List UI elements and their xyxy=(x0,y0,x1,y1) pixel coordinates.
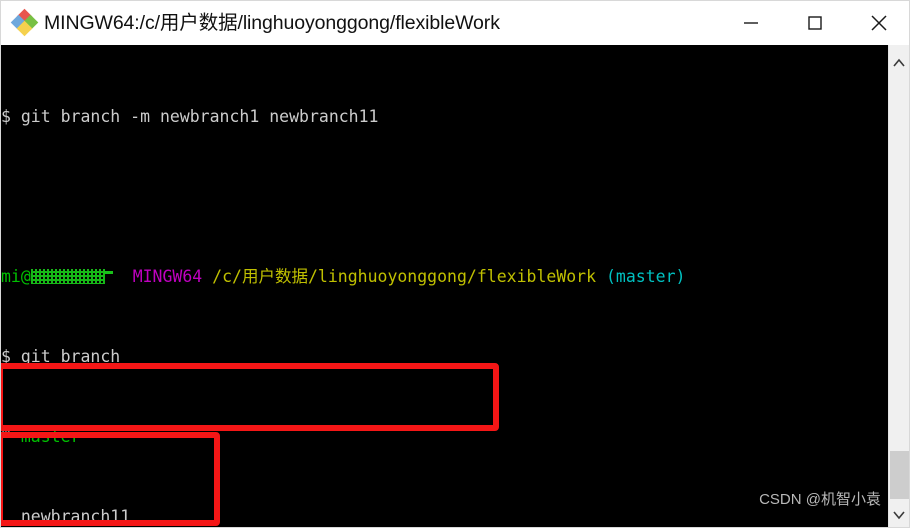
title-bar: MINGW64:/c/用户数据/linghuoyonggong/flexible… xyxy=(1,1,909,45)
prompt-user: mi@ xyxy=(1,267,31,286)
branch-name: newbranch11 xyxy=(1,507,131,526)
scroll-up-button[interactable] xyxy=(889,53,909,73)
window-controls xyxy=(719,1,909,45)
minimize-icon xyxy=(744,22,758,24)
terminal-line: newbranch11 xyxy=(1,507,890,527)
terminal-line: $ git branch -m newbranch1 newbranch11 xyxy=(1,107,890,127)
close-button[interactable] xyxy=(847,1,909,45)
chevron-up-icon xyxy=(893,58,905,67)
maximize-icon xyxy=(808,16,822,30)
vertical-scrollbar[interactable] xyxy=(888,45,909,527)
branch-marker: * xyxy=(1,427,11,446)
terminal-output-area[interactable]: $ git branch -m newbranch1 newbranch11 m… xyxy=(1,45,890,527)
command-text: $ git branch xyxy=(1,347,121,366)
terminal-prompt-line: mi@ MINGW64 /c/用户数据/linghuoyonggong/flex… xyxy=(1,267,890,287)
scrollbar-thumb[interactable] xyxy=(890,451,909,499)
command-text: $ git branch -m newbranch1 newbranch11 xyxy=(1,107,379,126)
terminal-line: $ git branch xyxy=(1,347,890,367)
hostname-censored-block xyxy=(30,269,105,284)
branch-name-current: master xyxy=(20,427,81,446)
terminal-lines: $ git branch -m newbranch1 newbranch11 m… xyxy=(1,47,890,527)
prompt-path: /c/用户数据/linghuoyonggong/flexibleWork xyxy=(212,267,597,286)
chevron-down-icon xyxy=(893,511,905,520)
minimize-button[interactable] xyxy=(719,1,783,45)
maximize-button[interactable] xyxy=(783,1,847,45)
window-title: MINGW64:/c/用户数据/linghuoyonggong/flexible… xyxy=(44,12,500,34)
prompt-branch: (master) xyxy=(606,267,686,286)
git-bash-diamond-icon xyxy=(10,8,39,37)
prompt-shell: MINGW64 xyxy=(132,267,203,286)
terminal-line: * master xyxy=(1,427,890,447)
scroll-down-button[interactable] xyxy=(889,505,909,525)
close-icon xyxy=(871,15,887,31)
mingw64-terminal-window: MINGW64:/c/用户数据/linghuoyonggong/flexible… xyxy=(0,0,910,528)
hostname-censored-tail xyxy=(103,271,113,274)
